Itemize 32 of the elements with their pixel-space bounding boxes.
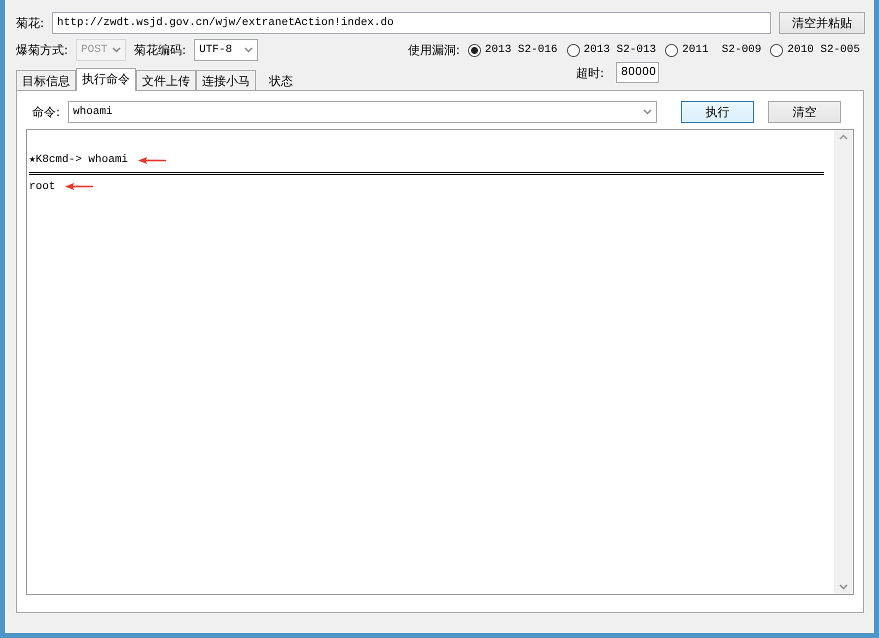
command-label: 命令:	[32, 104, 60, 121]
dropdown-caret-icon	[112, 47, 122, 53]
dropdown-caret-icon	[244, 47, 254, 53]
encoding-select[interactable]: UTF-8	[194, 39, 258, 61]
paste-button[interactable]: 清空并粘贴	[779, 12, 865, 34]
clear-button[interactable]: 清空	[768, 101, 842, 123]
exploit-label: 使用漏洞:	[408, 42, 460, 59]
output-line: root	[29, 180, 56, 194]
method-label: 爆菊方式:	[16, 42, 68, 59]
arrow-icon	[138, 156, 166, 164]
tab[interactable]: 文件上传	[136, 70, 196, 90]
target-label: 菊花:	[16, 15, 44, 32]
exploit-radio[interactable]: 2010 S2-005	[770, 42, 860, 58]
scroll-up-icon	[839, 134, 848, 140]
timeout-label: 超时:	[576, 64, 604, 82]
timeout-field[interactable]: 80000	[616, 62, 659, 83]
arrow-icon	[65, 183, 94, 190]
tab[interactable]: 目标信息	[16, 70, 76, 90]
exploit-radio[interactable]: 2013 S2-013	[566, 42, 656, 58]
exploit-radio[interactable]: 2013 S2-016	[468, 42, 558, 58]
scrollbar[interactable]	[834, 130, 853, 594]
exploit-radio[interactable]: 2011 S2-009	[665, 42, 762, 58]
execute-button[interactable]: 执行	[681, 101, 754, 123]
url-field[interactable]: http://zwdt.wsjd.gov.cn/wjw/extranetAction!index.do	[52, 12, 771, 34]
encoding-label: 菊花编码:	[134, 42, 186, 59]
tab[interactable]: 连接小马	[196, 70, 256, 90]
dropdown-caret-icon	[643, 109, 652, 115]
tab[interactable]: 执行命令	[76, 68, 136, 91]
tab[interactable]: 状态	[256, 70, 306, 90]
command-field[interactable]: whoami	[68, 101, 658, 123]
output-line: ★K8cmd-> whoami	[29, 153, 128, 168]
scroll-down-icon	[839, 584, 848, 590]
